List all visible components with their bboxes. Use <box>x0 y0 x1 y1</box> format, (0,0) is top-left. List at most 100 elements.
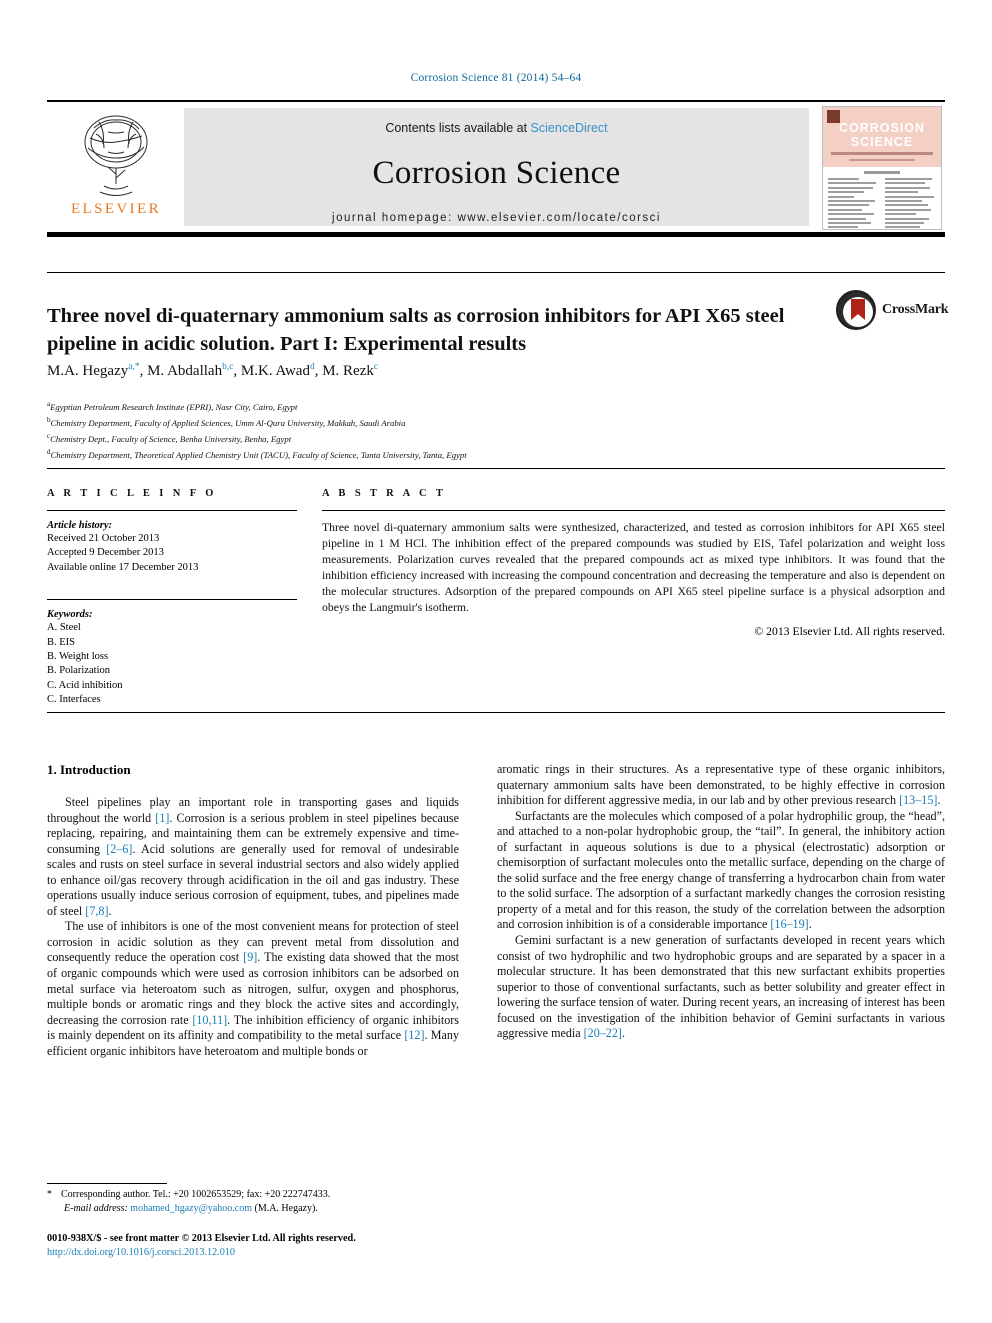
citation-link[interactable]: [12] <box>404 1028 424 1042</box>
article-history-item: Received 21 October 2013 <box>47 533 160 544</box>
article-page: Corrosion Science 81 (2014) 54–64 ELSEVI… <box>0 0 992 1323</box>
affiliation-text: Chemistry Dept., Faculty of Science, Ben… <box>50 434 292 445</box>
body-paragraph: aromatic rings in their structures. As a… <box>497 762 945 808</box>
article-info-column: A R T I C L E I N F O Article history: R… <box>47 488 297 708</box>
cover-contents-heading <box>863 171 901 174</box>
body-paragraph: Steel pipelines play an important role i… <box>47 795 459 918</box>
journal-homepage[interactable]: journal homepage: www.elsevier.com/locat… <box>184 212 809 224</box>
author-affiliation-marks: a,* <box>128 362 140 372</box>
citation-link[interactable]: [2–6] <box>106 842 132 856</box>
article-history-lines: Received 21 October 2013 Accepted 9 Decem… <box>47 532 297 575</box>
body-paragraph: Gemini surfactant is a new generation of… <box>497 933 945 1041</box>
masthead-center-band: Contents lists available at ScienceDirec… <box>184 108 809 226</box>
keyword-item: C. Interfaces <box>47 694 101 706</box>
footnote-star: * <box>47 1189 52 1200</box>
section-heading-introduction: 1. Introduction <box>47 762 131 777</box>
left-paragraphs: Steel pipelines play an important role i… <box>47 795 459 1059</box>
article-history-label: Article history: <box>47 520 113 531</box>
footnote-line-1: * Corresponding author. Tel.: +20 1002653… <box>47 1188 459 1202</box>
journal-title: Corrosion Science <box>372 155 621 191</box>
keywords-rule <box>47 599 297 601</box>
cover-column-right <box>885 178 936 229</box>
citation-link[interactable]: [9] <box>243 950 257 964</box>
body-paragraph: Surfactants are the molecules which comp… <box>497 808 945 932</box>
citation-link[interactable]: [7,8] <box>85 904 108 918</box>
affiliation-text: Egyptian Petroleum Research Institute (E… <box>50 401 298 412</box>
author-affiliation-marks: b,c <box>222 362 234 372</box>
abstract-copyright: © 2013 Elsevier Ltd. All rights reserved… <box>754 625 945 639</box>
info-separator-rule <box>47 468 945 469</box>
running-head: Corrosion Science 81 (2014) 54–64 <box>410 72 582 84</box>
abstract-column: A B S T R A C T Three novel di-quaternar… <box>322 488 945 638</box>
journal-masthead: ELSEVIER Contents lists available at Sci… <box>47 100 945 237</box>
author-name[interactable]: M. Rezk <box>322 363 374 379</box>
author-name[interactable]: M.K. Awad <box>241 363 310 379</box>
keywords-label: Keywords: <box>47 609 93 621</box>
page-title: Three novel di-quaternary ammonium salts… <box>47 304 785 355</box>
keyword-item: B. EIS <box>47 636 76 648</box>
abstract-text: Three novel di-quaternary ammonium salts… <box>322 521 945 614</box>
article-history-item: Available online 17 December 2013 <box>47 561 199 573</box>
cover-title-line1: CORROSION <box>838 121 926 135</box>
elsevier-logo: ELSEVIER <box>52 108 180 226</box>
keyword-item: C. Acid inhibition <box>47 679 123 691</box>
affiliation-text: Chemistry Department, Theoretical Applie… <box>50 450 467 461</box>
crossmark-icon <box>836 290 876 330</box>
right-paragraphs: aromatic rings in their structures. As a… <box>497 762 945 1042</box>
elsevier-tree-icon <box>84 115 148 196</box>
affiliation-text: Chemistry Department, Faculty of Applied… <box>50 417 406 428</box>
article-info-heading: A R T I C L E I N F O <box>47 488 217 499</box>
cover-subtitle-bar <box>831 152 933 155</box>
cover-contents-columns <box>828 178 936 229</box>
journal-cover-thumbnail: CORROSION SCIENCE <box>822 106 942 230</box>
citation-link[interactable]: [13–15] <box>899 793 937 807</box>
sciencedirect-link[interactable]: ScienceDirect <box>531 121 608 135</box>
citation-link[interactable]: [1] <box>155 811 169 825</box>
footnote-line-2: E-mail address: mohamed_hgazy@yahoo.com … <box>47 1202 459 1216</box>
crossmark-label: CrossMark <box>882 302 949 317</box>
author-separator: , <box>233 363 241 379</box>
author-list: M.A. Hegazya,*, M. Abdallahb,c, M.K. Awa… <box>47 362 847 380</box>
body-paragraph: The use of inhibitors is one of the most… <box>47 919 459 1058</box>
contents-prefix: Contents lists available at <box>385 121 528 135</box>
author-affiliation-marks: c <box>373 362 379 372</box>
body-column-right: aromatic rings in their structures. As a… <box>497 762 945 1042</box>
abstract-rule <box>322 510 945 511</box>
affiliation-item: dChemistry Department, Theoretical Appli… <box>47 446 847 462</box>
article-history-item: Accepted 9 December 2013 <box>47 547 164 559</box>
keywords-lines: A. Steel B. EIS B. Weight loss B. Polarizat… <box>47 621 297 707</box>
affiliation-item: cChemistry Dept., Faculty of Science, Be… <box>47 430 847 446</box>
citation-link[interactable]: [20–22] <box>584 1026 622 1040</box>
crossmark-badge[interactable]: CrossMark <box>836 290 949 330</box>
keywords-block: Keywords: A. Steel B. EIS B. Weight loss B.… <box>47 599 297 707</box>
affiliation-item: bChemistry Department, Faculty of Applie… <box>47 414 847 430</box>
contents-available-line: Contents lists available at ScienceDirec… <box>184 121 809 135</box>
abstract-bottom-rule <box>47 712 945 713</box>
cover-title-line2: SCIENCE <box>850 135 914 149</box>
keyword-item: B. Weight loss <box>47 651 109 663</box>
doi-link[interactable]: http://dx.doi.org/10.1016/j.corsci.2013.… <box>47 1247 235 1258</box>
keyword-item: B. Polarization <box>47 665 110 677</box>
citation-link[interactable]: [16–19] <box>770 917 808 931</box>
body-column-left: 1. Introduction Steel pipelines play an … <box>47 762 459 1059</box>
email-address-label: E-mail address: <box>64 1203 128 1214</box>
page-footer: 0010-938X/$ - see front matter © 2013 El… <box>47 1232 547 1260</box>
title-separator-rule <box>47 272 945 273</box>
cover-header: CORROSION SCIENCE <box>823 107 941 167</box>
author-name[interactable]: M. Abdallah <box>147 363 222 379</box>
affiliation-item: aEgyptian Petroleum Research Institute (… <box>47 398 847 414</box>
footnote-corresponding-text: Corresponding author. Tel.: +20 10026535… <box>61 1189 331 1200</box>
email-owner: (M.A. Hegazy). <box>254 1203 318 1214</box>
cover-column-left <box>828 178 879 229</box>
cover-contents-area <box>823 167 941 229</box>
footnote-rule <box>47 1183 167 1184</box>
cover-subtitle-bar-2 <box>849 159 915 161</box>
elsevier-wordmark: ELSEVIER <box>70 201 162 217</box>
author-separator: , <box>139 363 148 379</box>
affiliation-list: aEgyptian Petroleum Research Institute (… <box>47 398 847 462</box>
citation-link[interactable]: [10,11] <box>192 1013 227 1027</box>
article-info-rule <box>47 510 297 511</box>
keyword-item: A. Steel <box>47 622 81 634</box>
author-name[interactable]: M.A. Hegazy <box>47 363 128 379</box>
email-link[interactable]: mohamed_hgazy@yahoo.com <box>130 1203 252 1214</box>
